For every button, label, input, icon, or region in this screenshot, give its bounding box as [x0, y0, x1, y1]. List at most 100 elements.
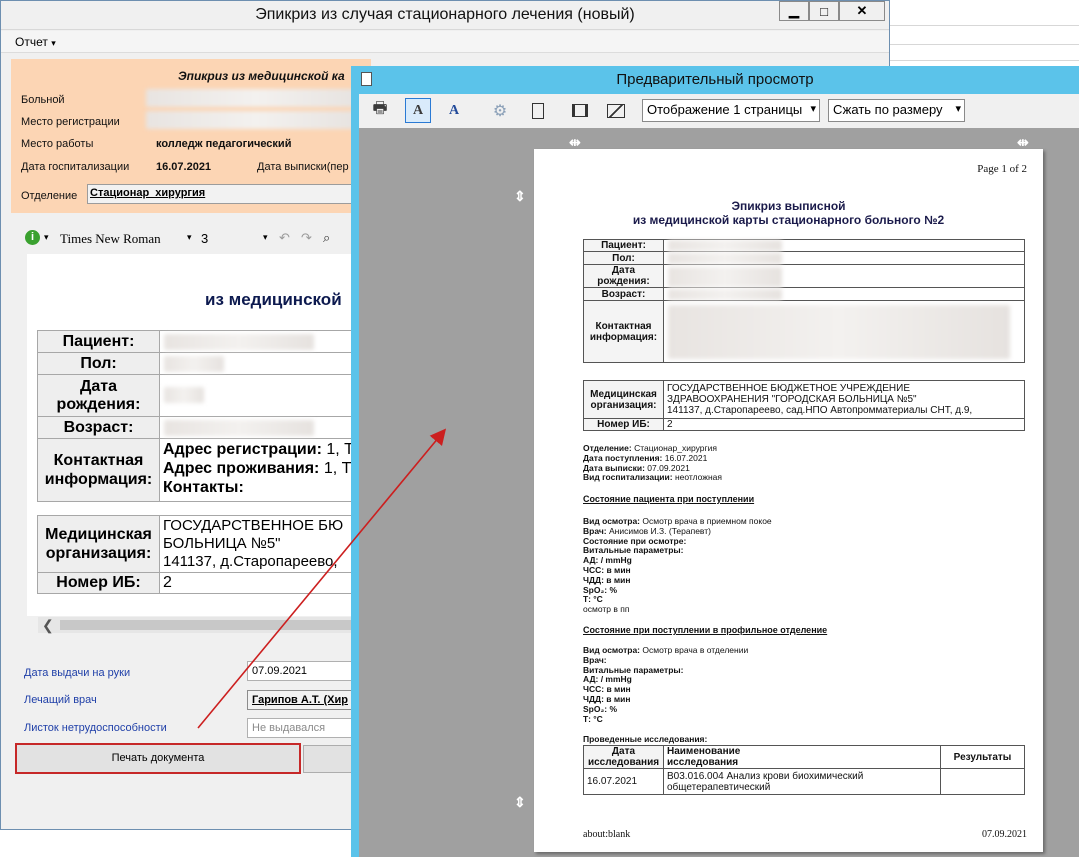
page-display-value: Отображение 1 страницы: [647, 102, 803, 117]
fit-value: Сжать по размеру: [833, 102, 943, 117]
page-col-results: Результаты: [940, 745, 1025, 769]
close-button[interactable]: ✕: [839, 1, 885, 21]
page-dept-label: Отделение:: [583, 443, 632, 453]
live-addr-label: Адрес проживания:: [163, 460, 320, 477]
whole-page-icon[interactable]: [603, 98, 629, 123]
patient-label: Больной: [21, 94, 65, 106]
redo-icon[interactable]: ↷: [301, 230, 312, 246]
org-value-3: 141137, д.Старопареево,: [163, 553, 338, 570]
contact-label-2: информация:: [44, 471, 153, 488]
secondary-button[interactable]: [303, 745, 357, 773]
page-birth-1: Дата: [611, 265, 636, 276]
page-doctor2-label: Врач:: [583, 654, 607, 665]
page-contact-cell: Контактная информация:: [583, 300, 664, 363]
reg-addr-value: 1, Т: [321, 441, 354, 458]
chevron-down-icon[interactable]: ▾: [263, 232, 268, 243]
chevron-down-icon[interactable]: ▾: [44, 232, 49, 243]
page-exam2-value: Осмотр врача в отделении: [640, 645, 749, 655]
page-col-name-2: исследования: [667, 757, 739, 768]
org-label-2: организация:: [45, 545, 152, 562]
margin-handle-icon[interactable]: ⇕: [514, 794, 526, 811]
text-a-icon[interactable]: A: [405, 98, 431, 123]
page-footer-date: 07.09.2021: [982, 829, 1027, 840]
reg-place-redacted: [146, 111, 366, 129]
chevron-down-icon[interactable]: ▾: [187, 232, 192, 243]
font-size-select[interactable]: 3: [201, 231, 208, 246]
patient-redacted: [164, 334, 314, 350]
page-sex-cell: Пол:: [583, 251, 664, 265]
find-icon[interactable]: ⌕: [323, 230, 330, 246]
page-spo2: SpO₂: %: [583, 584, 617, 595]
department-field[interactable]: Стационар_хирургия: [87, 184, 377, 204]
page-col-date: Дата исследования: [583, 745, 664, 769]
page-title: Эпикриз выписной из медицинской карты ст…: [534, 199, 1043, 227]
scrollbar-thumb[interactable]: [60, 620, 358, 630]
page-hosp-type-label: Вид госпитализации:: [583, 472, 673, 483]
page-age-redacted: [668, 289, 782, 300]
page-org-value-3: 141137, д.Старопареево, сад.НПО Автопром…: [667, 405, 973, 416]
font-name-select[interactable]: Times New Roman: [60, 231, 161, 247]
page-hr: ЧСС: в мин: [583, 564, 631, 575]
minimize-button[interactable]: ▁: [779, 1, 809, 21]
contact-cell: Контактная информация:: [37, 438, 160, 502]
page-width-icon[interactable]: [567, 98, 593, 123]
reg-addr-label: Адрес регистрации:: [163, 441, 322, 458]
issue-date-field[interactable]: 07.09.2021: [247, 661, 357, 681]
print-icon[interactable]: 🖶: [367, 98, 393, 123]
fit-select[interactable]: Сжать по размеру ▾: [828, 99, 965, 122]
page-temp2: Т: °С: [583, 713, 603, 724]
text-a-small-icon[interactable]: A: [441, 98, 467, 123]
page-patient-cell: Пациент:: [583, 239, 664, 252]
margin-handle-icon[interactable]: ⇕: [514, 188, 526, 205]
sick-leave-field[interactable]: Не выдавался: [247, 718, 357, 738]
report-menu[interactable]: Отчет ▾: [15, 35, 56, 49]
maximize-button[interactable]: □: [809, 1, 839, 21]
preview-titlebar[interactable]: Предварительный просмотр: [351, 66, 1079, 94]
page-exam2-label: Вид осмотра:: [583, 645, 640, 655]
horizontal-scrollbar[interactable]: ❮: [38, 617, 358, 633]
issue-date-label: Дата выдачи на руки: [24, 667, 131, 679]
page-org-value-2: ЗДРАВООХРАНЕНИЯ "ГОРОДСКАЯ БОЛЬНИЦА №5": [667, 394, 917, 405]
preview-page: Page 1 of 2 Эпикриз выписной из медицинс…: [534, 149, 1043, 852]
ib-cell: Номер ИБ:: [37, 572, 160, 594]
document-title: из медицинской: [205, 290, 342, 309]
chevron-down-icon: ▾: [810, 103, 816, 115]
page-study-result: [940, 768, 1025, 795]
epicrisis-header-panel: Эпикриз из медицинской ка Больной Место …: [11, 59, 377, 213]
page-patient-redacted: [668, 240, 782, 251]
page-rr2: ЧДД: в мин: [583, 693, 631, 704]
page-ib-cell: Номер ИБ:: [583, 418, 664, 431]
page-birth-cell: Дата рождения:: [583, 264, 664, 288]
chevron-down-icon: ▾: [955, 103, 961, 115]
print-document-button[interactable]: Печать документа: [15, 743, 301, 774]
header-title: Эпикриз из медицинской ка: [178, 69, 345, 83]
work-place-value: колледж педагогический: [156, 138, 292, 150]
preview-toolbar: 🖶 A A ⚙ Отображение 1 страницы ▾ Сжать п…: [359, 94, 1079, 128]
settings-gear-icon[interactable]: ⚙: [487, 98, 513, 123]
doctor-label: Лечащий врач: [24, 694, 97, 706]
page-temp: Т: °С: [583, 594, 603, 605]
epicrisis-titlebar[interactable]: Эпикриз из случая стационарного лечения …: [1, 1, 889, 30]
live-addr-value: 1, Т: [319, 460, 352, 477]
page-organization-table: Медицинская организация: ГОСУДАРСТВЕННОЕ …: [583, 380, 1025, 431]
doctor-field[interactable]: Гарипов А.Т. (Хир: [247, 690, 357, 710]
admission-date-value: 16.07.2021: [156, 161, 212, 173]
page-studies-table: Дата исследования Наименование исследовани…: [583, 745, 1025, 795]
patient-cell: Пациент:: [37, 330, 160, 353]
page-view-icon[interactable]: [525, 98, 551, 123]
editor-toolbar: i ▾ Times New Roman ▾ 3 ▾ ↶ ↷ ⌕: [11, 227, 371, 251]
page-studies-label: Проведенные исследования:: [583, 734, 708, 744]
page-state-label: Состояние при осмотре:: [583, 535, 687, 546]
undo-icon[interactable]: ↶: [279, 230, 290, 246]
page-contact-1: Контактная: [595, 320, 652, 332]
sick-leave-label: Листок нетрудоспособности: [24, 722, 167, 734]
info-icon[interactable]: i: [25, 230, 40, 245]
org-value-1: ГОСУДАРСТВЕННОЕ БЮ: [163, 517, 344, 534]
page-ib-value: 2: [663, 418, 1025, 431]
page-admission-info: Отделение: Стационар_хирургия Дата посту…: [583, 443, 722, 483]
scroll-left-icon[interactable]: ❮: [42, 617, 54, 634]
page-exam-block-1: Вид осмотра: Осмотр врача в приемном пок…: [583, 516, 772, 615]
page-display-select[interactable]: Отображение 1 страницы ▾: [642, 99, 820, 122]
page-exam1-label: Вид осмотра:: [583, 516, 640, 526]
organization-table: Медицинская организация: ГОСУДАРСТВЕННОЕ …: [37, 515, 359, 594]
